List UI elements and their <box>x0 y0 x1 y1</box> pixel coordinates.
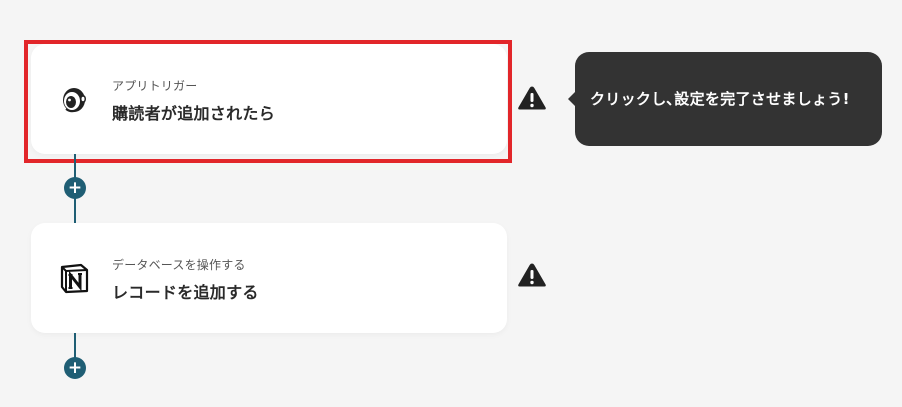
notion-icon <box>57 261 91 295</box>
tooltip-text: クリックし､設定を完了させましょう! <box>590 90 850 108</box>
step-type-label: アプリトリガー <box>112 79 198 93</box>
add-step-button[interactable]: + <box>64 357 86 379</box>
warning-icon[interactable] <box>517 85 547 111</box>
mailchimp-icon <box>57 82 91 116</box>
action-step-card[interactable]: データベースを操作する レコードを追加する <box>31 223 507 333</box>
setup-tooltip: クリックし､設定を完了させましょう! <box>568 52 882 146</box>
step-title: 購読者が追加されたら <box>112 104 276 123</box>
step-title: レコードを追加する <box>112 283 259 302</box>
add-step-button[interactable]: + <box>64 177 86 199</box>
tooltip-arrow <box>568 92 575 106</box>
trigger-step-card[interactable]: アプリトリガー 購読者が追加されたら <box>31 44 507 154</box>
warning-icon[interactable] <box>517 262 547 288</box>
step-type-label: データベースを操作する <box>112 258 246 272</box>
